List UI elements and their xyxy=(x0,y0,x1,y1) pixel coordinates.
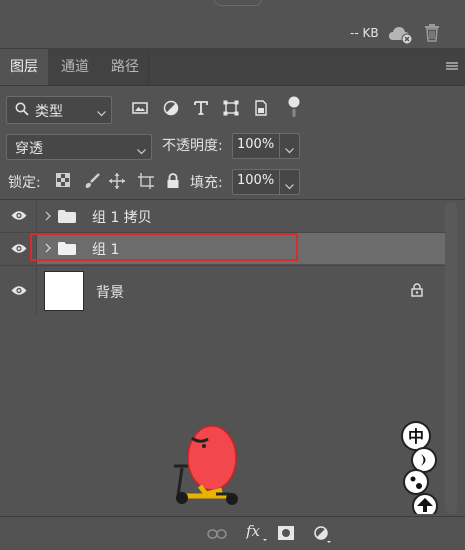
panel-menu-icon[interactable] xyxy=(446,60,458,76)
fx-icon[interactable]: fx xyxy=(245,522,268,546)
visibility-toggle[interactable] xyxy=(0,266,37,316)
chevron-down-icon xyxy=(137,144,146,159)
adjustment-filter-icon[interactable] xyxy=(163,100,179,120)
layer-name[interactable]: 组 1 拷贝 xyxy=(92,207,152,227)
shape-filter-icon[interactable] xyxy=(223,100,239,120)
tab-channels[interactable]: 通道 xyxy=(52,49,98,85)
blend-mode-value: 穿透 xyxy=(15,141,43,157)
eye-icon[interactable] xyxy=(11,210,27,225)
layer-thumbnail xyxy=(44,271,84,311)
lock-artboard-icon[interactable] xyxy=(138,173,154,193)
fill-label: 填充: xyxy=(190,175,223,191)
lock-transparent-icon[interactable] xyxy=(56,173,70,191)
lock-all-icon[interactable] xyxy=(166,173,180,192)
selection-highlight-box xyxy=(30,233,298,261)
chevron-right-icon[interactable] xyxy=(45,210,51,225)
svg-text:中: 中 xyxy=(408,427,424,446)
tab-layers[interactable]: 图层 xyxy=(0,49,48,85)
blend-mode-select[interactable]: 穿透 xyxy=(6,134,152,160)
lock-label: 锁定: xyxy=(8,175,41,191)
cloud-icon[interactable] xyxy=(388,26,414,48)
trash-icon[interactable] xyxy=(424,24,440,46)
layer-name[interactable]: 背景 xyxy=(96,282,124,302)
bean-scooter-sticker xyxy=(170,416,254,512)
folder-icon xyxy=(58,210,76,227)
top-strip xyxy=(0,0,465,20)
lock-paint-icon[interactable] xyxy=(84,173,100,193)
search-icon xyxy=(15,102,29,120)
cloud-storage-bar: -- KB xyxy=(0,20,465,49)
opacity-value[interactable]: 100% xyxy=(237,137,274,152)
lock-move-icon[interactable] xyxy=(109,173,125,193)
chevron-down-icon xyxy=(97,106,106,121)
eye-icon[interactable] xyxy=(11,243,27,258)
image-filter-icon[interactable] xyxy=(132,100,148,120)
lock-icon[interactable] xyxy=(411,283,423,301)
layers-bottom-toolbar: fx xyxy=(0,516,465,550)
tab-paths[interactable]: 路径 xyxy=(102,49,149,85)
opacity-label: 不透明度: xyxy=(162,138,223,154)
panel-tab-bar: 图层 通道 路径 xyxy=(0,49,465,86)
visibility-toggle[interactable] xyxy=(0,201,37,232)
svg-text:fx: fx xyxy=(246,522,261,540)
chevron-down-icon[interactable] xyxy=(285,143,294,158)
adjustment-icon[interactable] xyxy=(314,526,332,548)
filter-toggle-icon[interactable] xyxy=(288,96,300,122)
text-filter-icon[interactable] xyxy=(193,100,209,120)
decorative-stamps: 中 xyxy=(396,420,440,519)
chevron-down-icon[interactable] xyxy=(285,179,294,194)
scrollbar[interactable] xyxy=(445,202,457,514)
opacity-input[interactable]: 100% xyxy=(232,133,300,159)
layer-row-group-copy[interactable]: 组 1 拷贝 xyxy=(0,201,445,233)
smartobject-filter-icon[interactable] xyxy=(253,100,269,120)
mask-icon[interactable] xyxy=(278,526,294,544)
layer-filter-select[interactable]: 类型 xyxy=(6,96,112,124)
layer-row-background[interactable]: 背景 xyxy=(0,265,445,316)
filter-kind-label: 类型 xyxy=(35,104,63,120)
link-icon[interactable] xyxy=(207,528,227,544)
panel-grip[interactable] xyxy=(214,0,262,6)
eye-icon[interactable] xyxy=(11,285,27,300)
fill-value[interactable]: 100% xyxy=(237,173,274,188)
storage-size-label: -- KB xyxy=(350,26,379,40)
divider xyxy=(0,199,465,200)
fill-input[interactable]: 100% xyxy=(232,169,300,195)
